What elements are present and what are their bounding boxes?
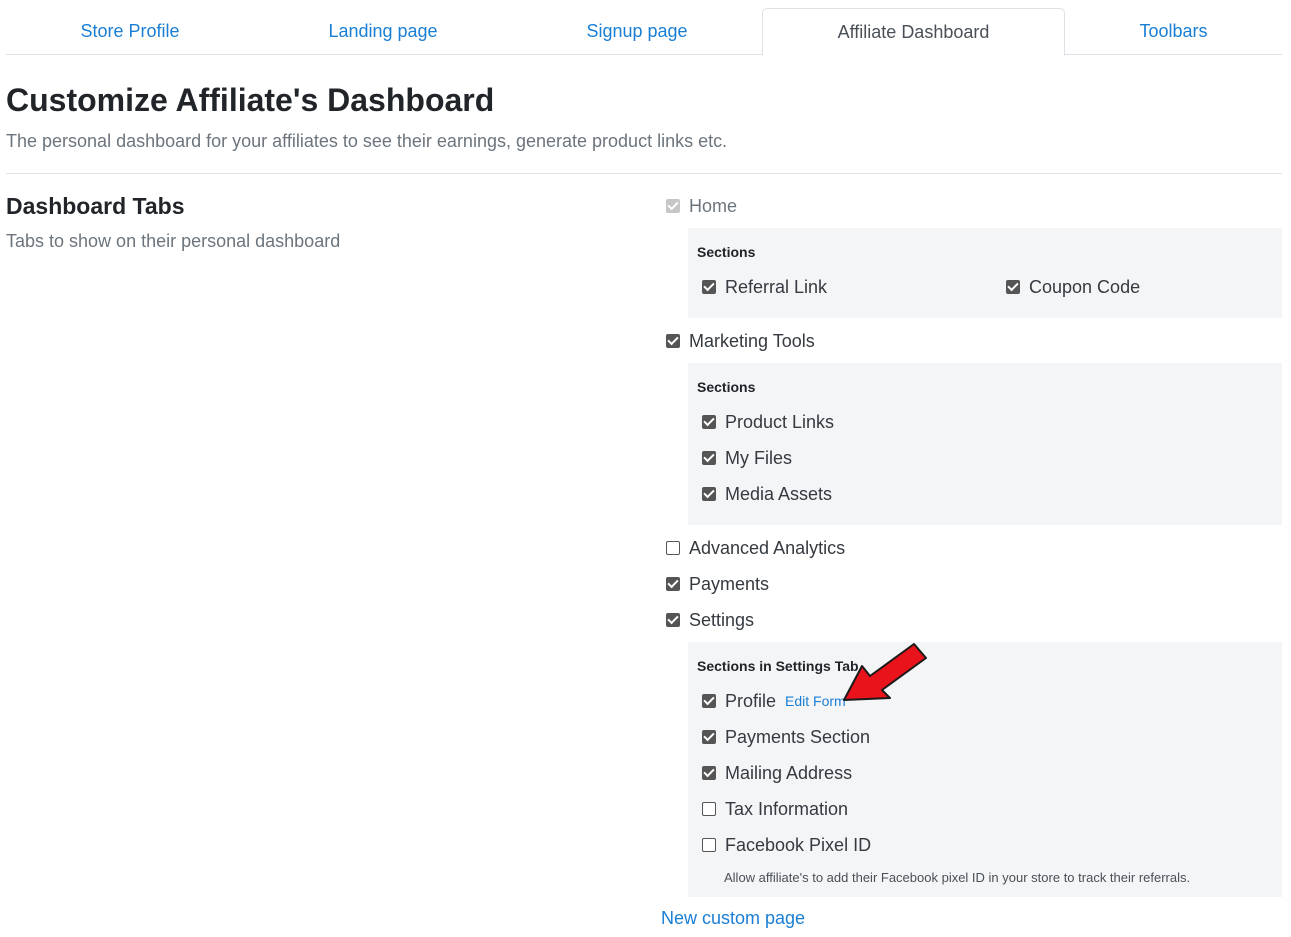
page-subtitle: The personal dashboard for your affiliat…: [6, 131, 728, 151]
payments-section-label: Payments Section: [725, 726, 871, 747]
section-mailing-address[interactable]: Mailing Address: [702, 761, 852, 785]
profile-checkbox[interactable]: [702, 694, 716, 708]
product-links-checkbox[interactable]: [702, 415, 716, 429]
mailing-address-checkbox[interactable]: [702, 766, 716, 780]
marketing-tools-label: Marketing Tools: [689, 330, 815, 351]
tab-option-home: Home: [666, 194, 737, 218]
dashboard-tabs-title: Dashboard Tabs: [6, 193, 185, 219]
dashboard-tabs-description: Tabs to show on their personal dashboard: [6, 231, 341, 251]
section-media-assets[interactable]: Media Assets: [702, 482, 832, 506]
referral-link-label: Referral Link: [725, 276, 828, 297]
tab-store-profile[interactable]: Store Profile: [6, 8, 254, 55]
edit-form-link[interactable]: Edit Form: [785, 693, 846, 709]
my-files-checkbox[interactable]: [702, 451, 716, 465]
section-coupon-code[interactable]: Coupon Code: [1006, 275, 1140, 299]
referral-link-checkbox[interactable]: [702, 280, 716, 294]
home-checkbox: [666, 199, 680, 213]
tab-option-marketing-tools[interactable]: Marketing Tools: [666, 329, 815, 353]
advanced-analytics-label: Advanced Analytics: [689, 537, 846, 558]
home-label: Home: [689, 195, 738, 216]
facebook-pixel-id-checkbox[interactable]: [702, 838, 716, 852]
tab-option-advanced-analytics[interactable]: Advanced Analytics: [666, 536, 845, 560]
mailing-address-label: Mailing Address: [725, 762, 853, 783]
tab-option-payments[interactable]: Payments: [666, 572, 769, 596]
tab-bar: Store Profile Landing page Signup page A…: [6, 8, 1282, 56]
home-sections-title: Sections: [697, 244, 756, 260]
payments-label: Payments: [689, 573, 770, 594]
media-assets-label: Media Assets: [725, 483, 833, 504]
payments-checkbox[interactable]: [666, 577, 680, 591]
facebook-pixel-help-text: Allow affiliate's to add their Facebook …: [724, 870, 1191, 885]
tax-information-label: Tax Information: [725, 798, 849, 819]
tab-option-settings[interactable]: Settings: [666, 608, 754, 632]
product-links-label: Product Links: [725, 411, 835, 432]
marketing-tools-checkbox[interactable]: [666, 334, 680, 348]
section-payments[interactable]: Payments Section: [702, 725, 870, 749]
my-files-label: My Files: [725, 447, 792, 468]
coupon-code-checkbox[interactable]: [1006, 280, 1020, 294]
facebook-pixel-id-label: Facebook Pixel ID: [725, 834, 872, 855]
settings-checkbox[interactable]: [666, 613, 680, 627]
media-assets-checkbox[interactable]: [702, 487, 716, 501]
advanced-analytics-checkbox[interactable]: [666, 541, 680, 555]
tab-toolbars[interactable]: Toolbars: [1065, 8, 1282, 55]
payments-section-checkbox[interactable]: [702, 730, 716, 744]
new-custom-page-link[interactable]: New custom page: [661, 908, 805, 929]
marketing-sections-title: Sections: [697, 379, 756, 395]
divider: [6, 173, 1282, 174]
tab-affiliate-dashboard[interactable]: Affiliate Dashboard: [762, 8, 1065, 56]
coupon-code-label: Coupon Code: [1029, 276, 1141, 297]
section-my-files[interactable]: My Files: [702, 446, 792, 470]
tab-signup-page[interactable]: Signup page: [510, 8, 764, 55]
section-product-links[interactable]: Product Links: [702, 410, 834, 434]
profile-label: Profile: [725, 690, 777, 711]
section-referral-link[interactable]: Referral Link: [702, 275, 827, 299]
section-facebook-pixel-id[interactable]: Facebook Pixel ID: [702, 833, 871, 857]
section-tax-information[interactable]: Tax Information: [702, 797, 848, 821]
page-title: Customize Affiliate's Dashboard: [6, 82, 495, 118]
red-arrow-icon: [843, 643, 927, 701]
tax-information-checkbox[interactable]: [702, 802, 716, 816]
home-sections-panel: Sections: [688, 228, 1282, 318]
settings-sections-title: Sections in Settings Tab: [697, 658, 859, 674]
tab-landing-page[interactable]: Landing page: [256, 8, 510, 55]
settings-label: Settings: [689, 609, 755, 630]
section-profile[interactable]: Profile Edit Form: [702, 689, 846, 713]
